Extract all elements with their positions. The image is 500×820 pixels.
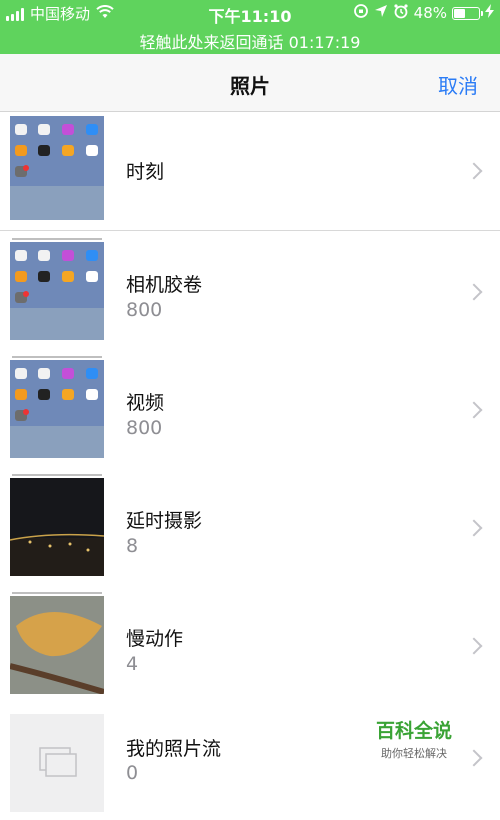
album-thumbnail (10, 714, 104, 812)
page-title: 照片 (230, 74, 270, 98)
stack-edge (12, 238, 102, 240)
chevron-right-icon (465, 162, 483, 180)
stack-edge (12, 356, 102, 358)
rotation-lock-icon (353, 3, 369, 23)
album-row-camera-roll[interactable]: 相机胶卷 800 (0, 230, 500, 348)
battery-fill (454, 8, 466, 18)
home-screen-thumbnail-icon (10, 116, 104, 220)
status-row: 中国移动 下午11:10 48% (0, 0, 500, 28)
album-row-time-lapse[interactable]: 延时摄影 8 (0, 466, 500, 584)
stack-edge (12, 592, 102, 594)
album-count: 8 (126, 535, 139, 557)
battery-percent: 48% (413, 4, 447, 22)
album-title: 视频 (126, 392, 165, 414)
chevron-right-icon (465, 637, 483, 655)
chevron-right-icon (465, 401, 483, 419)
charging-bolt-icon (485, 4, 494, 22)
album-row-moments[interactable]: 时刻 (0, 112, 500, 230)
status-bar[interactable]: 中国移动 下午11:10 48% 轻触此处来返回通话 01:17:19 (0, 0, 500, 54)
home-screen-thumbnail-icon (10, 360, 104, 458)
return-to-call-banner[interactable]: 轻触此处来返回通话 01:17:19 (0, 29, 500, 53)
album-title: 相机胶卷 (126, 274, 203, 296)
chevron-right-icon (465, 749, 483, 767)
album-title: 我的照片流 (126, 738, 222, 760)
album-title: 慢动作 (126, 628, 184, 650)
status-right: 48% (353, 3, 494, 23)
battery-icon (452, 6, 483, 20)
album-thumbnail (10, 242, 104, 340)
watermark: 百科全说 助你轻松解决 (366, 716, 462, 761)
album-count: 800 (126, 417, 163, 439)
album-row-videos[interactable]: 视频 800 (0, 348, 500, 466)
leaf-thumbnail-icon (10, 596, 104, 694)
album-thumbnail (10, 360, 104, 458)
chevron-right-icon (465, 283, 483, 301)
watermark-subtitle: 助你轻松解决 (381, 747, 447, 760)
empty-album-icon (39, 747, 77, 777)
album-count: 800 (126, 299, 163, 321)
alarm-icon (393, 3, 409, 23)
home-screen-thumbnail-icon (10, 242, 104, 340)
album-thumbnail (10, 116, 104, 220)
location-icon (374, 4, 388, 22)
album-list: 时刻 相机胶卷 800 视频 800 延时摄影 8 慢动作 4 我的照片流 0 (0, 112, 500, 820)
album-count: 0 (126, 762, 139, 784)
album-thumbnail (10, 596, 104, 694)
night-city-thumbnail-icon (10, 478, 104, 576)
album-title: 延时摄影 (126, 510, 203, 532)
album-row-slo-mo[interactable]: 慢动作 4 (0, 584, 500, 702)
album-title: 时刻 (126, 161, 165, 183)
stack-edge (12, 474, 102, 476)
chevron-right-icon (465, 519, 483, 537)
album-thumbnail (10, 478, 104, 576)
cancel-button[interactable]: 取消 (438, 70, 478, 99)
watermark-title: 百科全说 (375, 720, 452, 742)
navigation-bar: 照片 取消 (0, 54, 500, 112)
album-count: 4 (126, 653, 139, 675)
